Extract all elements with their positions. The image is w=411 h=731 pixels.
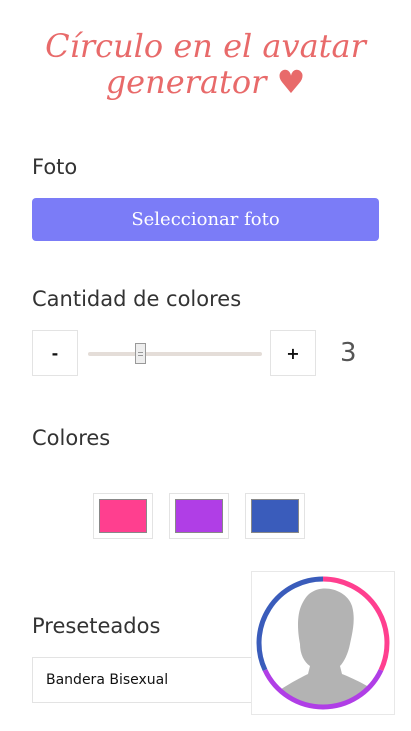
color-count-label: Cantidad de colores — [32, 287, 242, 311]
color-swatch-3[interactable] — [245, 493, 305, 539]
page-title: Círculo en el avatar generator ♥ — [0, 28, 411, 100]
avatar-svg — [256, 576, 390, 710]
color-swatch-fill — [99, 499, 147, 533]
color-count-value: 3 — [340, 338, 357, 368]
color-count-slider[interactable] — [88, 352, 262, 356]
select-photo-button[interactable]: Seleccionar foto — [32, 198, 379, 241]
color-swatch-2[interactable] — [169, 493, 229, 539]
photo-label: Foto — [32, 155, 78, 179]
decrement-button[interactable]: - — [32, 330, 78, 376]
color-swatch-fill — [251, 499, 299, 533]
color-swatch-fill — [175, 499, 223, 533]
avatar-preview — [251, 571, 395, 715]
title-line-2: generator ♥ — [105, 63, 306, 101]
increment-button[interactable]: + — [270, 330, 316, 376]
color-swatch-1[interactable] — [93, 493, 153, 539]
preset-select[interactable]: Bandera Bisexual — [32, 657, 272, 703]
slider-thumb[interactable] — [134, 343, 146, 364]
presets-label: Preseteados — [32, 614, 161, 638]
title-line-1: Círculo en el avatar — [45, 27, 366, 65]
colors-label: Colores — [32, 426, 111, 450]
